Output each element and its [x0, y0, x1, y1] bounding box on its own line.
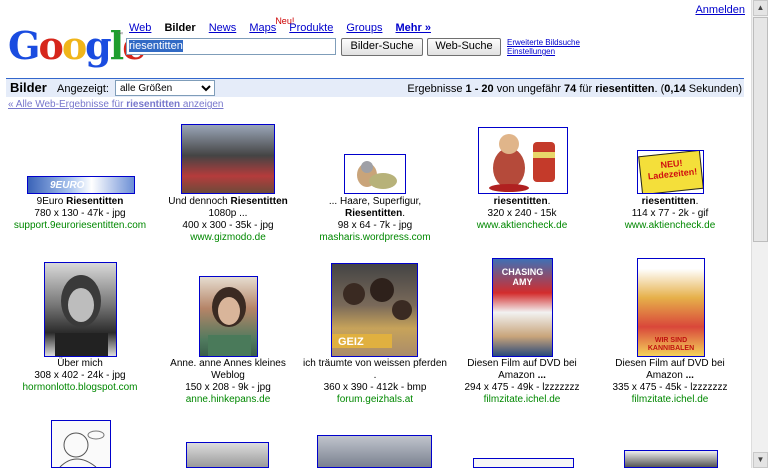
poster-title-text: WIR SIND KANNIBALEN: [647, 337, 695, 352]
size-filter-select[interactable]: alle Größen: [115, 80, 215, 96]
result-thumbnail[interactable]: [51, 420, 111, 468]
nav-products[interactable]: Produkte: [289, 22, 333, 34]
shown-label: Angezeigt:: [57, 83, 109, 95]
result-url[interactable]: support.9euroriesentitten.com: [6, 220, 154, 232]
result-item: Anne. anne Annes kleines Weblog 150 x 20…: [154, 358, 302, 406]
nav-maps[interactable]: Maps: [249, 22, 276, 34]
google-logo[interactable]: Google: [8, 24, 146, 68]
result-item: riesentitten. 114 x 77 - 2k - gif www.ak…: [596, 196, 744, 232]
result-item: riesentitten. 320 x 240 - 15k www.aktien…: [448, 196, 596, 232]
svg-text:GEIZ: GEIZ: [338, 336, 364, 348]
all-web-results-link[interactable]: « Alle Web-Ergebnisse für riesentitten a…: [8, 99, 224, 110]
result-item: Über mich 308 x 402 - 24k - jpg hormonlo…: [6, 358, 154, 394]
result-thumbnail[interactable]: 9EURO: [27, 176, 135, 194]
result-url[interactable]: hormonlotto.blogspot.com: [6, 382, 154, 394]
result-thumbnail[interactable]: CHASING AMY: [492, 258, 553, 357]
result-thumbnail[interactable]: [473, 458, 574, 468]
thumb-banner-text: 9EURO: [50, 180, 85, 191]
settings-link[interactable]: Einstellungen: [507, 47, 555, 56]
comic-figure-icon: [489, 134, 555, 192]
result-thumbnail[interactable]: [199, 276, 258, 357]
result-item: ... Haare, Superfigur, Riesentitten. 98 …: [301, 196, 449, 244]
advanced-image-search-link[interactable]: Erweiterte Bildsuche: [507, 38, 580, 47]
trademark-icon: ™: [117, 32, 123, 38]
result-item: Diesen Film auf DVD bei Amazon ... 335 x…: [596, 358, 744, 406]
scrollbar-thumb[interactable]: [753, 17, 768, 242]
vertical-scrollbar[interactable]: ▲ ▼: [751, 0, 768, 468]
result-thumbnail[interactable]: [181, 124, 275, 194]
result-url[interactable]: anne.hinkepans.de: [154, 394, 302, 406]
scroll-up-arrow-icon[interactable]: ▲: [753, 0, 768, 16]
nav-web[interactable]: Web: [129, 22, 151, 34]
nav-groups[interactable]: Groups: [346, 22, 382, 34]
result-url[interactable]: www.aktiencheck.de: [448, 220, 596, 232]
nav-images-active: Bilder: [164, 22, 196, 34]
group-photo-icon: GEIZ: [332, 278, 412, 348]
image-search-button[interactable]: Bilder-Suche: [341, 38, 423, 56]
portrait-photo-icon: [208, 287, 251, 356]
result-item: 9Euro Riesentitten 780 x 130 - 47k - jpg…: [6, 196, 154, 232]
search-query-text: riesentitten: [129, 40, 183, 52]
result-url[interactable]: filmzitate.ichel.de: [448, 394, 596, 406]
web-search-button[interactable]: Web-Suche: [427, 38, 501, 56]
results-stats: Ergebnisse 1 - 20 von ungefähr 74 für ri…: [407, 83, 742, 95]
result-url[interactable]: masharis.wordpress.com: [301, 232, 449, 244]
result-url[interactable]: www.aktiencheck.de: [596, 220, 744, 232]
scroll-down-arrow-icon[interactable]: ▼: [753, 452, 768, 468]
cartoon-figure-icon: [357, 161, 397, 189]
result-thumbnail[interactable]: [186, 442, 269, 468]
advanced-links: Erweiterte Bildsuche Einstellungen: [507, 38, 580, 56]
result-item: ich träumte von weissen pferden . 360 x …: [301, 358, 449, 406]
result-item: Diesen Film auf DVD bei Amazon ... 294 x…: [448, 358, 596, 406]
result-thumbnail[interactable]: [344, 154, 406, 194]
signin-link[interactable]: Anmelden: [695, 4, 745, 16]
portrait-photo-icon: [55, 275, 108, 356]
section-title: Bilder: [10, 80, 47, 95]
result-url[interactable]: forum.geizhals.at: [301, 394, 449, 406]
result-thumbnail[interactable]: [317, 435, 432, 468]
result-url[interactable]: www.gizmodo.de: [154, 232, 302, 244]
result-thumbnail[interactable]: [44, 262, 117, 357]
poster-title-text: CHASING AMY: [501, 267, 544, 287]
result-url[interactable]: filmzitate.ichel.de: [596, 394, 744, 406]
search-input[interactable]: riesentitten: [126, 38, 336, 55]
result-thumbnail[interactable]: WIR SIND KANNIBALEN: [637, 258, 705, 357]
result-item: Und dennoch Riesentitten 1080p ... 400 x…: [154, 196, 302, 244]
results-header-bar: Bilder Angezeigt: alle Größen Ergebnisse…: [6, 78, 744, 97]
result-thumbnail[interactable]: NEU! Ladezeiten!: [637, 150, 704, 194]
sketch-drawing-icon: [59, 430, 105, 467]
nav-more[interactable]: Mehr »: [396, 22, 431, 34]
result-thumbnail[interactable]: GEIZ: [331, 263, 418, 357]
result-thumbnail[interactable]: [624, 450, 718, 468]
result-thumbnail[interactable]: [478, 127, 568, 194]
top-nav: Web Bilder News Maps Neu! Produkte Groups…: [129, 16, 441, 34]
nav-news[interactable]: News: [209, 22, 237, 34]
